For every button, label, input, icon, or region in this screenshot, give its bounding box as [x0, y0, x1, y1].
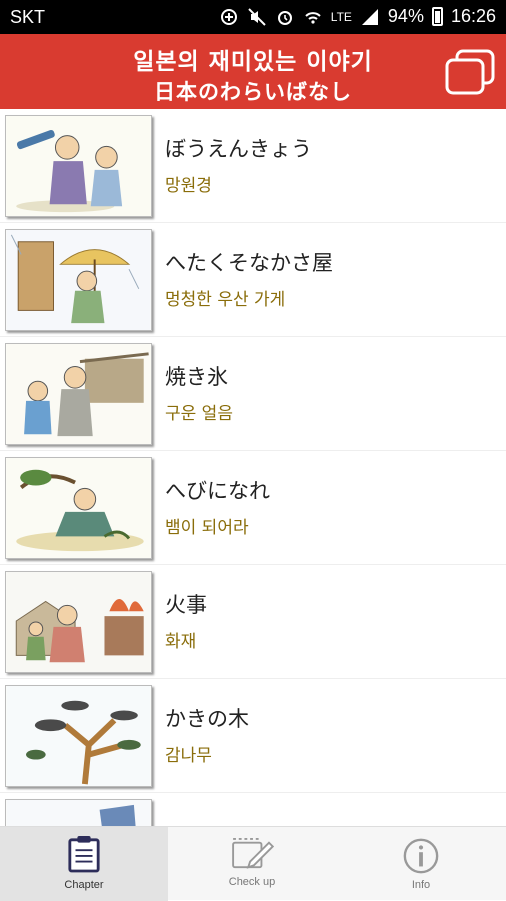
grilled-ice-illustration	[6, 344, 151, 444]
data-saver-icon	[220, 8, 237, 25]
bottom-tab-bar: Chapter Check up Info	[0, 826, 506, 901]
story-thumbnail	[5, 343, 152, 445]
signal-icon	[361, 8, 378, 25]
tab-info[interactable]: Info	[336, 827, 506, 901]
tab-chapter[interactable]: Chapter	[0, 827, 168, 901]
story-thumbnail	[5, 115, 152, 217]
header-title-japanese: 日本のわらいばなし	[154, 80, 352, 104]
mute-icon	[248, 7, 266, 26]
battery-icon	[431, 7, 443, 26]
battery-percent: 94%	[387, 6, 424, 26]
story-row[interactable]: ぼうえんきょう 망원경	[0, 109, 506, 223]
status-bar: SKT LTE 94% 16:26	[0, 0, 506, 34]
status-icons: LTE 94% 16:26	[219, 6, 496, 27]
checkup-pencil-icon	[232, 837, 275, 869]
telescope-illustration	[6, 116, 151, 216]
tab-info-label: Info	[411, 879, 431, 891]
carrier-label: SKT	[10, 7, 46, 27]
story-title: へびになれ	[165, 479, 270, 503]
story-row[interactable]	[0, 793, 506, 826]
fire-illustration	[6, 572, 151, 672]
story-thumbnail	[5, 571, 152, 673]
network-type: LTE	[330, 9, 352, 24]
story-title: かきの木	[165, 707, 249, 731]
story-translation: 망원경	[165, 176, 212, 196]
persimmon-tree-illustration	[6, 686, 151, 786]
story-title: ぼうえんきょう	[165, 137, 312, 161]
story-title: 焼き氷	[165, 365, 228, 389]
story-translation: 화재	[165, 632, 197, 652]
info-icon	[403, 838, 439, 874]
story-title: 火事	[165, 593, 207, 617]
story-list[interactable]: ぼうえんきょう 망원경 へたくそなかさ屋 멍청한 우산 가게 焼き氷 구운 얼음…	[0, 109, 506, 826]
copy-icon[interactable]	[444, 48, 496, 96]
story-thumbnail	[5, 457, 152, 559]
story-illustration	[6, 800, 151, 826]
story-translation: 멍청한 우산 가게	[165, 290, 286, 310]
story-thumbnail	[5, 685, 152, 787]
story-row[interactable]: へたくそなかさ屋 멍청한 우산 가게	[0, 223, 506, 337]
story-thumbnail	[5, 229, 152, 331]
app-header: 일본의 재미있는 이야기 日本のわらいばなし	[0, 34, 506, 109]
story-title: へたくそなかさ屋	[165, 251, 333, 275]
header-title-korean: 일본의 재미있는 이야기	[133, 49, 373, 75]
clipboard-icon	[68, 836, 100, 873]
clock: 16:26	[450, 6, 496, 26]
snake-illustration	[6, 458, 151, 558]
story-thumbnail	[5, 799, 152, 826]
story-translation: 감나무	[165, 746, 212, 766]
wifi-calling-icon	[305, 11, 321, 24]
tab-chapter-label: Chapter	[64, 879, 104, 891]
tab-check-up[interactable]: Check up	[168, 827, 336, 901]
story-translation: 구운 얼음	[165, 404, 233, 424]
story-translation: 뱀이 되어라	[165, 518, 249, 538]
tab-check-up-label: Check up	[228, 876, 276, 888]
story-row[interactable]: 焼き氷 구운 얼음	[0, 337, 506, 451]
umbrella-shop-illustration	[6, 230, 151, 330]
alarm-icon	[277, 10, 292, 25]
story-row[interactable]: かきの木 감나무	[0, 679, 506, 793]
story-row[interactable]: へびになれ 뱀이 되어라	[0, 451, 506, 565]
story-row[interactable]: 火事 화재	[0, 565, 506, 679]
